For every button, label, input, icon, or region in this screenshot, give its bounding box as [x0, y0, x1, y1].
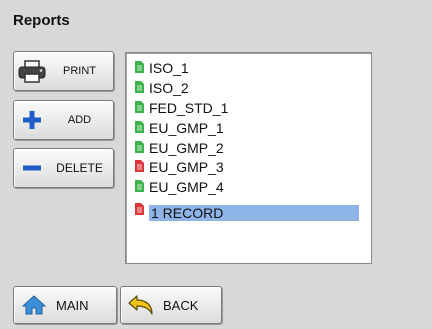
document-red-icon [135, 160, 144, 172]
list-item-label: EU_GMP_2 [149, 140, 224, 156]
delete-label: DELETE [56, 161, 103, 175]
back-button[interactable]: BACK [120, 286, 222, 324]
list-item-label: EU_GMP_4 [149, 179, 224, 195]
list-item[interactable]: ISO_1 [135, 60, 189, 76]
add-label: ADD [67, 114, 92, 126]
print-button[interactable]: PRINT [13, 51, 114, 91]
list-item[interactable]: EU_GMP_3 [135, 159, 224, 175]
list-item-label: ISO_2 [149, 80, 189, 96]
list-item-label: 1 RECORD [149, 205, 359, 221]
list-item-label: EU_GMP_3 [149, 159, 224, 175]
document-green-icon [135, 180, 144, 192]
add-button[interactable]: ADD [13, 100, 114, 140]
home-icon [14, 294, 54, 316]
list-item-label: EU_GMP_1 [149, 120, 224, 136]
document-green-icon [135, 121, 144, 133]
list-item-label: ISO_1 [149, 60, 189, 76]
document-green-icon [135, 141, 144, 153]
list-item[interactable]: EU_GMP_1 [135, 120, 224, 136]
list-item-selected[interactable]: 1 RECORD [135, 202, 359, 221]
list-item[interactable]: EU_GMP_2 [135, 140, 224, 156]
list-item[interactable]: FED_STD_1 [135, 100, 228, 116]
document-green-icon [135, 101, 144, 113]
minus-icon [14, 158, 50, 178]
document-red-icon [135, 203, 144, 215]
list-item[interactable]: ISO_2 [135, 80, 189, 96]
print-label: PRINT [63, 65, 96, 77]
list-item[interactable]: EU_GMP_4 [135, 179, 224, 195]
page-title: Reports [13, 12, 70, 29]
back-arrow-icon [121, 293, 161, 317]
reports-list[interactable]: ISO_1 ISO_2 FED_STD_1 EU_GMP_1 EU_GMP_2 … [125, 52, 372, 264]
document-green-icon [135, 61, 144, 73]
printer-icon [14, 59, 50, 83]
delete-button[interactable]: DELETE [13, 148, 114, 188]
plus-icon [14, 110, 50, 130]
document-green-icon [135, 81, 144, 93]
main-label: MAIN [56, 297, 89, 313]
list-item-label: FED_STD_1 [149, 100, 229, 116]
main-button[interactable]: MAIN [13, 286, 117, 324]
back-label: BACK [163, 297, 199, 313]
